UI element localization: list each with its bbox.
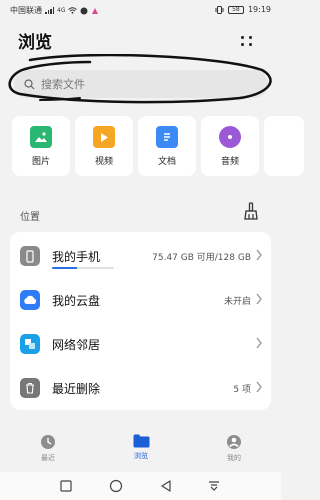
- category-audio[interactable]: 音频: [201, 116, 259, 176]
- location-label: 我的云盘: [52, 294, 101, 308]
- category-label: 图片: [31, 157, 50, 167]
- category-row: 图片 视频 文档 音频: [0, 116, 304, 182]
- storage-progress: [52, 267, 114, 269]
- category-label: 视频: [94, 157, 113, 167]
- deleted-count: 5 项: [233, 385, 251, 395]
- section-title: 位置: [20, 212, 40, 223]
- chevron-right-icon: [256, 381, 262, 393]
- cloud-icon: [20, 290, 40, 310]
- video-icon: [93, 126, 115, 148]
- cloud-status: 未开启: [223, 297, 251, 307]
- chat-notification-icon: [80, 7, 88, 14]
- category-images[interactable]: 图片: [12, 116, 70, 176]
- chevron-right-icon: [256, 337, 262, 349]
- tab-mine[interactable]: 我的: [204, 434, 264, 468]
- notification-pull-icon[interactable]: [206, 478, 222, 494]
- locations-card: 我的手机 75.47 GB 可用/128 GB 我的云盘 未开启 网络邻居 最近…: [10, 232, 271, 410]
- location-label: 我的手机: [52, 250, 101, 264]
- location-my-cloud[interactable]: 我的云盘 未开启: [10, 278, 271, 322]
- tab-recent[interactable]: 最近: [18, 434, 78, 468]
- broom-icon[interactable]: [242, 202, 260, 220]
- location-network-neighbor[interactable]: 网络邻居: [10, 322, 271, 366]
- image-icon: [30, 126, 52, 148]
- signal-icon: [45, 7, 54, 14]
- category-documents[interactable]: 文档: [138, 116, 196, 176]
- location-recently-deleted[interactable]: 最近删除 5 项: [10, 366, 271, 410]
- wifi-icon: [68, 7, 78, 14]
- chevron-right-icon: [256, 293, 262, 305]
- storage-value: 75.47 GB 可用/128 GB: [152, 253, 251, 263]
- recents-square-icon[interactable]: [58, 478, 74, 494]
- category-label: 文档: [157, 157, 176, 167]
- more-dots-icon[interactable]: [238, 32, 256, 50]
- home-circle-icon[interactable]: [108, 478, 124, 494]
- recent-icon: [41, 435, 55, 449]
- search-placeholder: 搜索文件: [41, 78, 85, 91]
- vibrate-icon: [215, 5, 224, 14]
- category-label: 音频: [220, 157, 239, 167]
- page-title: 浏览: [18, 33, 52, 53]
- network-neighbor-icon: [20, 334, 40, 354]
- clock: 19:19: [247, 5, 271, 14]
- folder-icon: [133, 434, 149, 448]
- search-icon: [24, 78, 35, 89]
- system-navigation-bar: [0, 472, 281, 500]
- battery-icon: 58: [227, 5, 244, 14]
- app-notification-icon: [92, 7, 99, 14]
- back-triangle-icon[interactable]: [158, 478, 174, 494]
- document-icon: [156, 126, 178, 148]
- tab-label: 最近: [41, 454, 55, 462]
- carrier-label: 中国联通: [10, 6, 42, 15]
- location-label: 最近删除: [52, 382, 101, 396]
- chevron-right-icon: [256, 249, 262, 261]
- audio-icon: [219, 126, 241, 148]
- profile-icon: [227, 435, 241, 449]
- category-videos[interactable]: 视频: [75, 116, 133, 176]
- tab-label: 浏览: [134, 452, 148, 460]
- tab-browse[interactable]: 浏览: [111, 434, 171, 468]
- bottom-tab-bar: 最近 浏览 我的: [0, 430, 281, 470]
- category-more-partial[interactable]: [264, 116, 304, 176]
- status-bar: 中国联通 4G 58 19:19: [0, 0, 281, 20]
- trash-icon: [20, 378, 40, 398]
- tab-label: 我的: [227, 454, 241, 462]
- location-my-phone[interactable]: 我的手机 75.47 GB 可用/128 GB: [10, 234, 271, 278]
- network-label: 4G: [57, 7, 66, 14]
- phone-icon: [20, 246, 40, 266]
- location-label: 网络邻居: [52, 338, 101, 352]
- search-input[interactable]: 搜索文件: [14, 70, 268, 98]
- header: 浏览: [0, 26, 281, 56]
